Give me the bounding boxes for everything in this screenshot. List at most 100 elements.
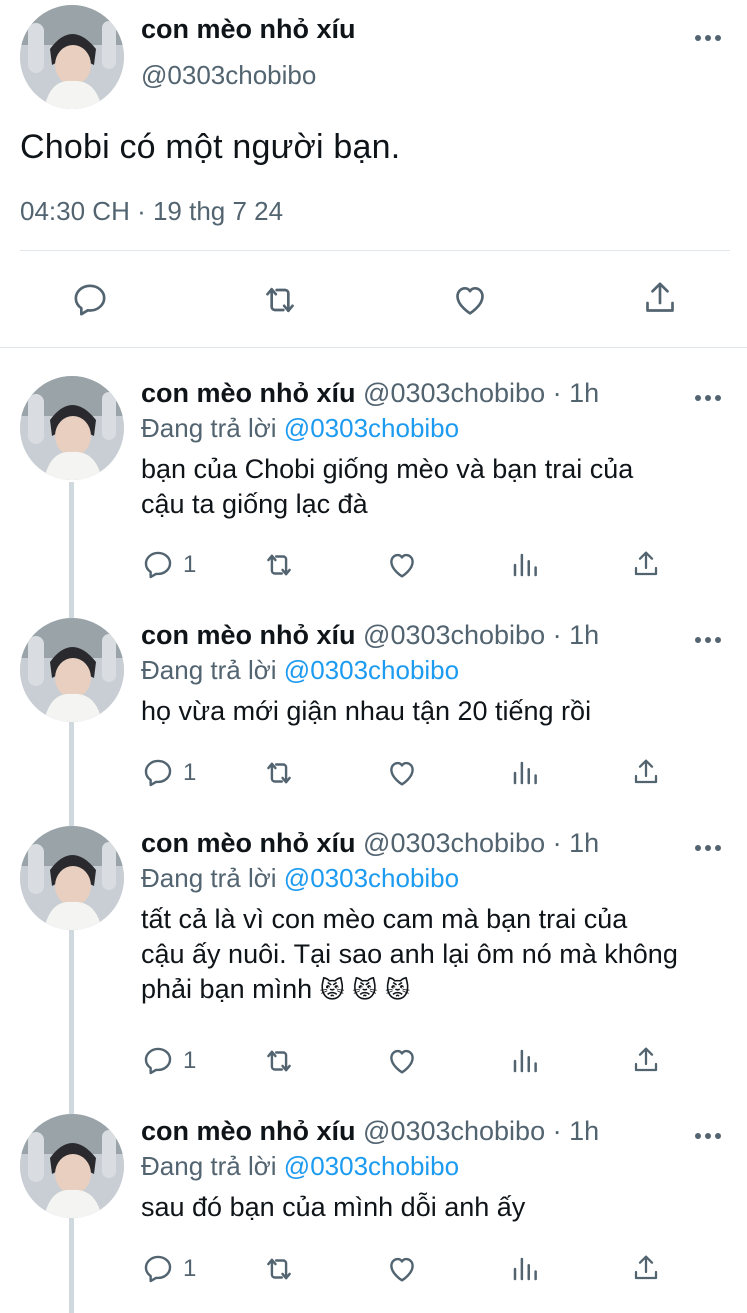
retweet-button[interactable] — [260, 1252, 298, 1286]
avatar[interactable] — [20, 5, 124, 109]
more-horizontal-icon — [695, 1133, 721, 1139]
tweet-text: Chobi có một người bạn. — [20, 128, 401, 166]
reply-count: 1 — [183, 1255, 197, 1282]
replying-to: Đang trả lời @0303chobibo — [141, 1151, 459, 1182]
like-button[interactable] — [385, 1044, 419, 1078]
views-button[interactable] — [510, 1254, 540, 1284]
reply-icon — [144, 1047, 172, 1075]
views-icon — [513, 1049, 537, 1073]
share-icon — [634, 1047, 658, 1072]
reply-text: họ vừa mới giận nhau tận 20 tiếng rồi — [141, 694, 731, 729]
reply-header: con mèo nhỏ xíu @0303chobibo · 1h — [141, 378, 599, 409]
author-handle[interactable]: @0303chobibo — [141, 60, 316, 91]
share-icon — [634, 1255, 658, 1280]
author-name[interactable]: con mèo nhỏ xíu — [141, 620, 356, 650]
reply-icon — [74, 284, 106, 316]
retweet-button[interactable] — [260, 1044, 298, 1078]
heart-icon — [390, 761, 414, 786]
more-horizontal-icon — [695, 845, 721, 851]
replying-to: Đang trả lời @0303chobibo — [141, 655, 459, 686]
avatar-image — [20, 5, 124, 109]
share-button[interactable] — [630, 756, 662, 788]
replying-to: Đang trả lời @0303chobibo — [141, 863, 459, 894]
author-name[interactable]: con mèo nhỏ xíu — [141, 378, 356, 408]
more-options-button[interactable] — [688, 1120, 728, 1150]
section-divider — [0, 347, 747, 348]
author-meta[interactable]: @0303chobibo · 1h — [363, 378, 599, 408]
heart-icon — [390, 1257, 414, 1282]
mention-link[interactable]: @0303chobibo — [284, 863, 459, 893]
tweet-timestamp[interactable]: 04:30 CH · 19 thg 7 24 — [20, 196, 283, 227]
replying-prefix: Đang trả lời — [141, 413, 277, 443]
retweet-button[interactable] — [260, 756, 298, 790]
retweet-icon — [266, 287, 294, 313]
more-options-button[interactable] — [688, 382, 728, 412]
heart-icon — [390, 553, 414, 578]
reply-button[interactable] — [70, 280, 110, 320]
reply-button[interactable]: 1 — [141, 1044, 196, 1078]
reply-count: 1 — [183, 759, 197, 786]
reply-button[interactable]: 1 — [141, 548, 196, 582]
share-icon — [634, 551, 658, 576]
reply-count: 1 — [183, 1047, 197, 1074]
reply-text-line: cậu ấy nuôi. Tại sao anh lại ôm nó mà kh… — [141, 939, 678, 969]
avatar[interactable] — [20, 1114, 124, 1218]
share-button[interactable] — [640, 278, 680, 318]
like-button[interactable] — [385, 1252, 419, 1286]
replying-prefix: Đang trả lời — [141, 863, 277, 893]
more-horizontal-icon — [695, 395, 721, 401]
author-name[interactable]: con mèo nhỏ xíu — [141, 14, 356, 45]
author-name[interactable]: con mèo nhỏ xíu — [141, 1116, 356, 1146]
views-icon — [513, 761, 537, 785]
like-button[interactable] — [450, 280, 490, 320]
more-options-button[interactable] — [688, 22, 728, 52]
more-options-button[interactable] — [688, 624, 728, 654]
retweet-button[interactable] — [260, 548, 298, 582]
share-icon — [646, 282, 674, 312]
views-icon — [513, 1257, 537, 1281]
replying-to: Đang trả lời @0303chobibo — [141, 413, 459, 444]
more-horizontal-icon — [695, 35, 721, 41]
avatar[interactable] — [20, 826, 124, 930]
author-meta[interactable]: @0303chobibo · 1h — [363, 828, 599, 858]
more-options-button[interactable] — [688, 832, 728, 862]
divider — [20, 250, 730, 251]
main-tweet: con mèo nhỏ xíu @0303chobibo Chobi có mộ… — [0, 0, 747, 348]
mention-link[interactable]: @0303chobibo — [284, 655, 459, 685]
more-horizontal-icon — [695, 637, 721, 643]
reply-text-line: họ vừa mới giận nhau tận 20 tiếng rồi — [141, 696, 592, 726]
reply-button[interactable]: 1 — [141, 1252, 196, 1286]
avatar[interactable] — [20, 376, 124, 480]
author-meta[interactable]: @0303chobibo · 1h — [363, 1116, 599, 1146]
views-button[interactable] — [510, 758, 540, 788]
reply-count: 1 — [183, 551, 197, 578]
reply-text-line: phải bạn mình 😾 😾 😾 — [141, 974, 410, 1004]
reply-text: bạn của Chobi giống mèo và bạn trai của c… — [141, 452, 731, 522]
views-icon — [513, 553, 537, 577]
views-button[interactable] — [510, 1046, 540, 1076]
reply-text: tất cả là vì con mèo cam mà bạn trai của… — [141, 902, 731, 1008]
reply-text-line: tất cả là vì con mèo cam mà bạn trai của — [141, 904, 628, 934]
reply-text-line: cậu ta giống lạc đà — [141, 489, 368, 519]
reply-icon — [144, 759, 172, 787]
retweet-icon — [267, 762, 291, 784]
views-button[interactable] — [510, 550, 540, 580]
share-button[interactable] — [630, 548, 662, 580]
reply-header: con mèo nhỏ xíu @0303chobibo · 1h — [141, 620, 599, 651]
avatar-image — [20, 618, 124, 722]
replying-prefix: Đang trả lời — [141, 1151, 277, 1181]
share-button[interactable] — [630, 1252, 662, 1284]
like-button[interactable] — [385, 756, 419, 790]
author-meta[interactable]: @0303chobibo · 1h — [363, 620, 599, 650]
emoji: 😾 😾 😾 — [319, 976, 410, 1004]
retweet-button[interactable] — [258, 280, 302, 320]
reply-header: con mèo nhỏ xíu @0303chobibo · 1h — [141, 828, 599, 859]
like-button[interactable] — [385, 548, 419, 582]
author-name[interactable]: con mèo nhỏ xíu — [141, 828, 356, 858]
retweet-icon — [267, 1258, 291, 1280]
reply-button[interactable]: 1 — [141, 756, 196, 790]
avatar[interactable] — [20, 618, 124, 722]
mention-link[interactable]: @0303chobibo — [284, 1151, 459, 1181]
mention-link[interactable]: @0303chobibo — [284, 413, 459, 443]
share-button[interactable] — [630, 1044, 662, 1076]
